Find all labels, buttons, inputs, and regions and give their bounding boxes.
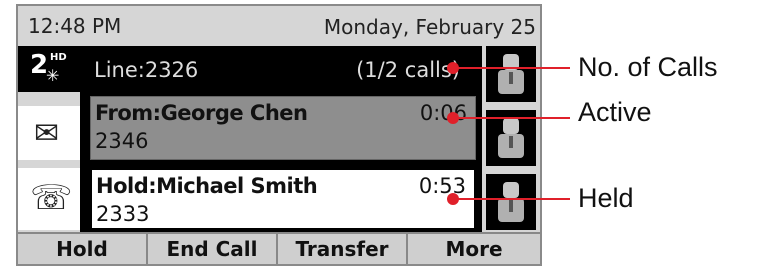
active-call-row[interactable]: From:George Chen 2346 0:06 xyxy=(90,96,476,160)
contact-icon xyxy=(498,182,524,222)
contact-icon xyxy=(498,118,524,158)
envelope-icon: ✉ xyxy=(34,116,60,151)
line-key-column xyxy=(482,46,540,232)
call-count: (1/2 calls) xyxy=(356,58,460,82)
hd-voice-icon: 2 HD ✳ xyxy=(18,46,80,92)
held-call-duration: 0:53 xyxy=(418,174,466,198)
held-call-row[interactable]: Hold:Michael Smith 2333 0:53 xyxy=(90,168,476,230)
held-callout-line xyxy=(453,198,570,200)
contact-icon xyxy=(498,54,524,94)
line-key-1[interactable] xyxy=(486,46,536,102)
directory-button[interactable]: ☏ xyxy=(18,168,80,230)
transfer-softkey[interactable]: Transfer xyxy=(278,234,408,264)
calls-callout-label: No. of Calls xyxy=(578,52,718,82)
active-call-name: From:George Chen xyxy=(95,101,308,125)
phone-screen: 12:48 PM Monday, February 25 2 HD ✳ ✉ ☏ … xyxy=(16,4,542,266)
hd-text: HD xyxy=(50,52,67,63)
active-call-duration: 0:06 xyxy=(419,101,467,125)
status-time: 12:48 PM xyxy=(28,14,122,38)
active-callout-line xyxy=(453,117,570,119)
active-callout-label: Active xyxy=(578,97,652,127)
held-call-name: Hold:Michael Smith xyxy=(96,174,318,198)
more-softkey[interactable]: More xyxy=(408,234,540,264)
calls-callout-line xyxy=(453,67,570,69)
status-bar: 12:48 PM Monday, February 25 xyxy=(18,6,540,46)
directory-icon: ☏ xyxy=(30,178,73,218)
left-icon-column: 2 HD ✳ ✉ ☏ xyxy=(18,46,80,232)
hold-softkey[interactable]: Hold xyxy=(18,234,148,264)
held-callout-label: Held xyxy=(578,183,634,213)
line-label: Line:2326 xyxy=(94,58,199,82)
call-panel: Line:2326 (1/2 calls) From:George Chen 2… xyxy=(80,46,482,232)
end-call-softkey[interactable]: End Call xyxy=(148,234,278,264)
line-key-3[interactable] xyxy=(486,174,536,230)
held-call-number: 2333 xyxy=(96,202,150,226)
active-call-number: 2346 xyxy=(95,129,149,153)
softkey-bar: Hold End Call Transfer More xyxy=(18,232,540,264)
status-date: Monday, February 25 xyxy=(323,15,536,39)
hd-spark-icon: ✳ xyxy=(46,66,60,85)
line-row[interactable]: Line:2326 (1/2 calls) xyxy=(80,46,482,92)
messages-button[interactable]: ✉ xyxy=(18,106,80,160)
